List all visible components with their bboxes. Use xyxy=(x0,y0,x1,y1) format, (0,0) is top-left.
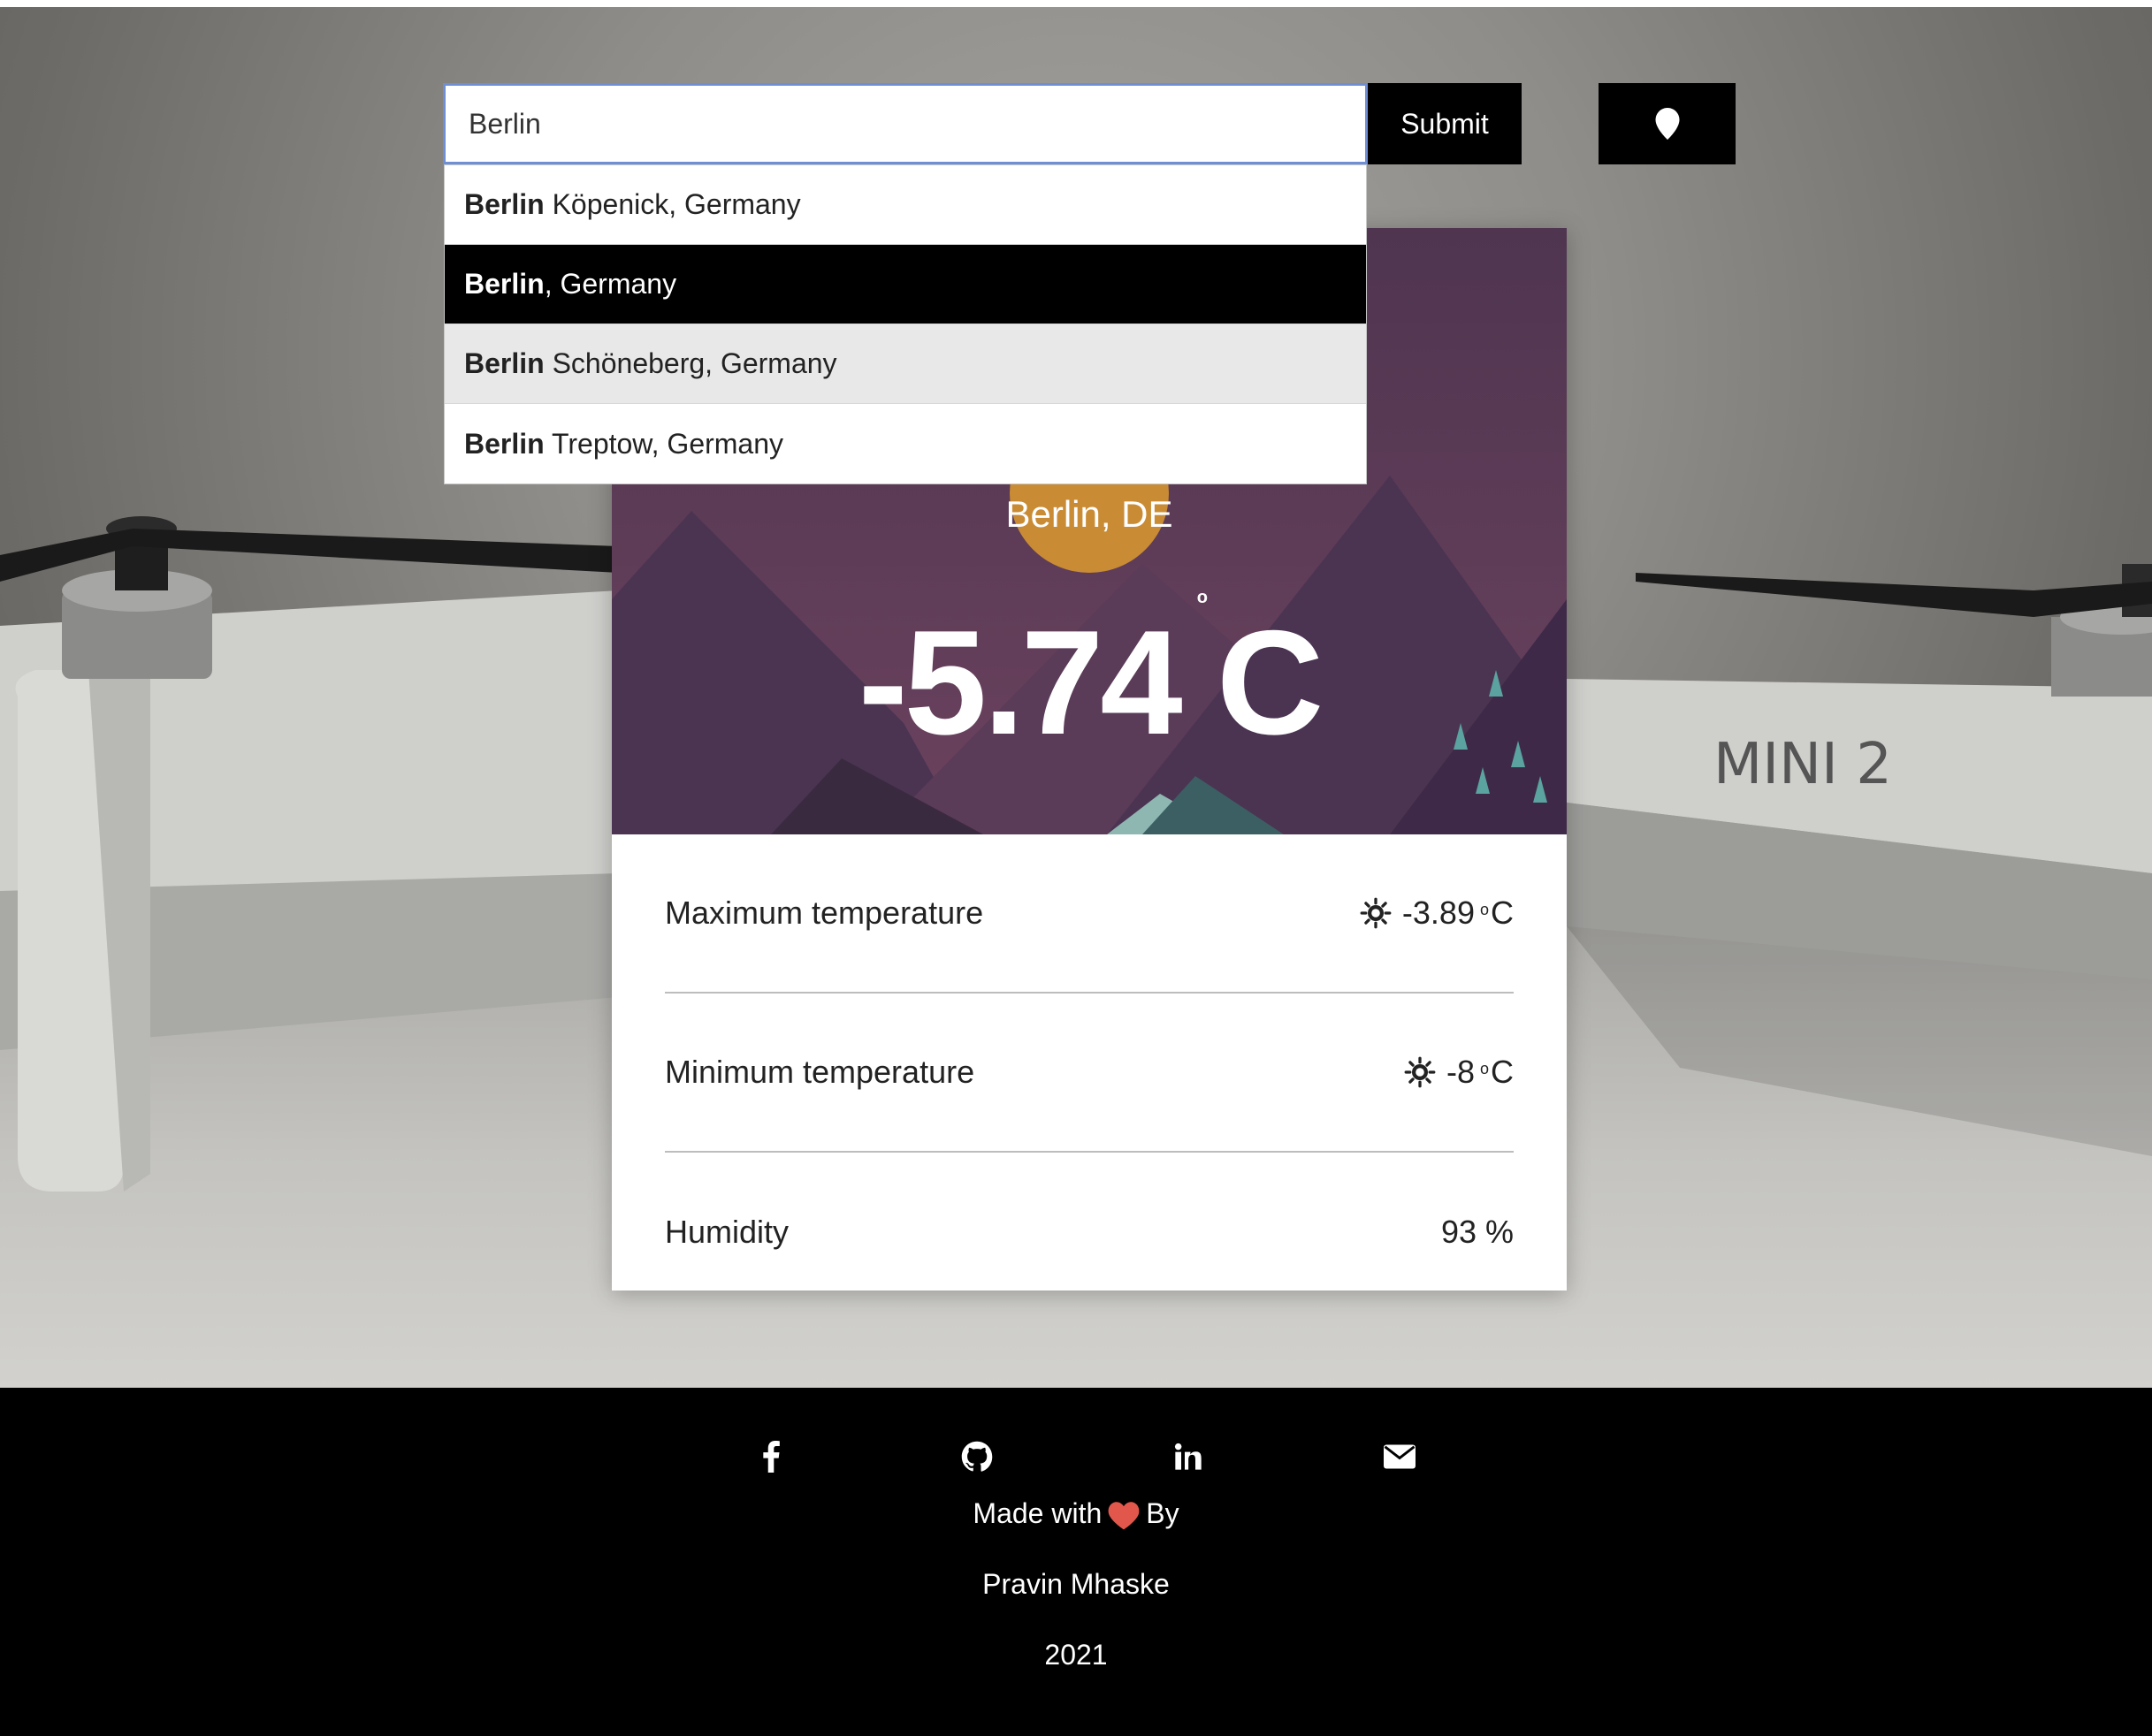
city-name: Berlin, DE xyxy=(1005,493,1173,535)
footer: Made with By Pravin Mhaske 2021 xyxy=(0,1388,2152,1736)
autocomplete-dropdown: Berlin Köpenick, Germany Berlin, Germany… xyxy=(444,164,1367,484)
min-temperature-row: Minimum temperature -8 o C xyxy=(665,994,1514,1153)
sun-icon xyxy=(1360,897,1392,929)
heart-icon xyxy=(1108,1501,1140,1530)
linkedin-icon xyxy=(1174,1443,1202,1470)
author-name: Pravin Mhaske xyxy=(982,1568,1170,1600)
max-temperature-row: Maximum temperature -3.89 o C xyxy=(665,834,1514,994)
humidity-value: 93 % xyxy=(1440,1214,1514,1250)
city-search-input[interactable] xyxy=(443,83,1368,164)
suggestion-item[interactable]: Berlin Köpenick, Germany xyxy=(445,165,1366,245)
max-temperature-label: Maximum temperature xyxy=(665,895,984,931)
envelope-icon xyxy=(1384,1444,1416,1469)
facebook-icon xyxy=(763,1441,780,1473)
humidity-row: Humidity 93 % xyxy=(665,1153,1514,1291)
max-temperature-value: -3.89 o C xyxy=(1360,895,1514,932)
drone-mini2-text: MINI 2 xyxy=(1713,732,1892,797)
submit-button[interactable]: Submit xyxy=(1368,83,1522,164)
current-temperature: -5.74oC xyxy=(612,589,1567,757)
sun-icon xyxy=(1404,1056,1436,1088)
github-link[interactable] xyxy=(950,1430,1004,1483)
suggestion-item[interactable]: Berlin Treptow, Germany xyxy=(445,404,1366,483)
temperature-value: -5.74 xyxy=(858,599,1183,765)
github-icon xyxy=(961,1441,993,1472)
temperature-unit: C xyxy=(1216,599,1324,765)
suggestion-item[interactable]: Berlin Schöneberg, Germany xyxy=(445,324,1366,404)
suggestion-item-selected[interactable]: Berlin, Germany xyxy=(445,245,1366,324)
linkedin-link[interactable] xyxy=(1162,1430,1215,1483)
degree-mark: o xyxy=(1196,588,1208,607)
made-with-line: Made with By xyxy=(973,1497,1179,1530)
location-button[interactable] xyxy=(1599,83,1736,164)
footer-year: 2021 xyxy=(1044,1639,1108,1671)
email-link[interactable] xyxy=(1373,1430,1426,1483)
humidity-label: Humidity xyxy=(665,1214,790,1250)
map-marker-icon xyxy=(1655,108,1679,140)
facebook-link[interactable] xyxy=(744,1430,797,1483)
min-temperature-value: -8 o C xyxy=(1404,1054,1514,1091)
min-temperature-label: Minimum temperature xyxy=(665,1054,975,1090)
top-strip xyxy=(0,0,2152,7)
